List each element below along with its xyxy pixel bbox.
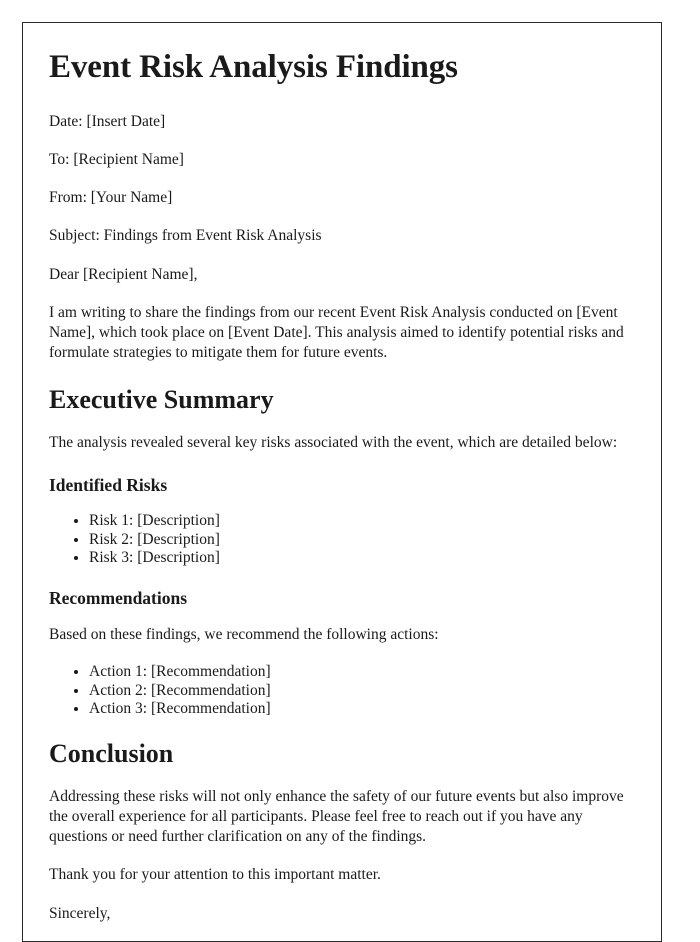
- list-item: Action 1: [Recommendation]: [89, 663, 631, 682]
- thanks-paragraph: Thank you for your attention to this imp…: [49, 866, 381, 884]
- meta-line-from: From: [Your Name]: [49, 189, 173, 207]
- meta-line-to: To: [Recipient Name]: [49, 151, 184, 169]
- section-heading-conclusion: Conclusion: [49, 739, 174, 769]
- list-item: Action 3: [Recommendation]: [89, 700, 631, 719]
- list-item: Action 2: [Recommendation]: [89, 682, 631, 701]
- conclusion-paragraph: Addressing these risks will not only enh…: [49, 787, 624, 846]
- recommendations-intro: Based on these findings, we recommend th…: [49, 626, 439, 644]
- sub-heading-identified-risks: Identified Risks: [49, 475, 168, 496]
- page-title: Event Risk Analysis Findings: [49, 49, 458, 85]
- list-item: Risk 1: [Description]: [89, 512, 631, 531]
- sub-heading-recommendations: Recommendations: [49, 588, 188, 609]
- recommendations-list: Action 1: [Recommendation] Action 2: [Re…: [49, 663, 631, 719]
- section-heading-executive-summary: Executive Summary: [49, 385, 274, 415]
- salutation: Dear [Recipient Name],: [49, 265, 198, 283]
- closing-line: Sincerely,: [49, 904, 111, 922]
- identified-risks-list: Risk 1: [Description] Risk 2: [Descripti…: [49, 512, 631, 568]
- meta-line-date: Date: [Insert Date]: [49, 112, 166, 130]
- document-page: Event Risk Analysis Findings Date: [Inse…: [22, 22, 662, 942]
- meta-line-subject: Subject: Findings from Event Risk Analys…: [49, 227, 322, 245]
- intro-paragraph: I am writing to share the findings from …: [49, 303, 624, 361]
- executive-summary-intro: The analysis revealed several key risks …: [49, 433, 618, 451]
- list-item: Risk 2: [Description]: [89, 531, 631, 550]
- document-body: Event Risk Analysis Findings Date: [Inse…: [23, 23, 661, 924]
- list-item: Risk 3: [Description]: [89, 549, 631, 568]
